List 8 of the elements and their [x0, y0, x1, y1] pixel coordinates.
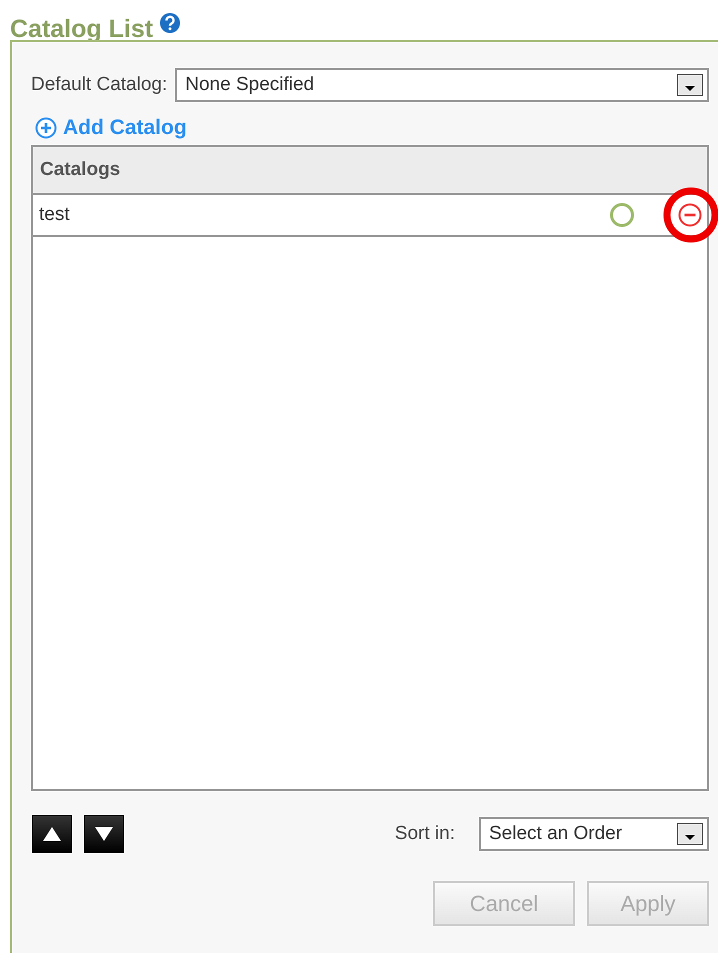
table-row[interactable]: test: [33, 195, 707, 237]
sort-order-dropdown[interactable]: Select an Order: [479, 817, 709, 851]
column-header: Catalogs: [33, 147, 707, 195]
page-title: Catalog List: [10, 14, 154, 45]
sort-label: Sort in:: [394, 823, 455, 845]
table-cell-text: test: [39, 204, 71, 226]
default-catalog-dropdown[interactable]: None Specified: [175, 68, 709, 102]
field-label: Default Catalog:: [31, 74, 168, 96]
